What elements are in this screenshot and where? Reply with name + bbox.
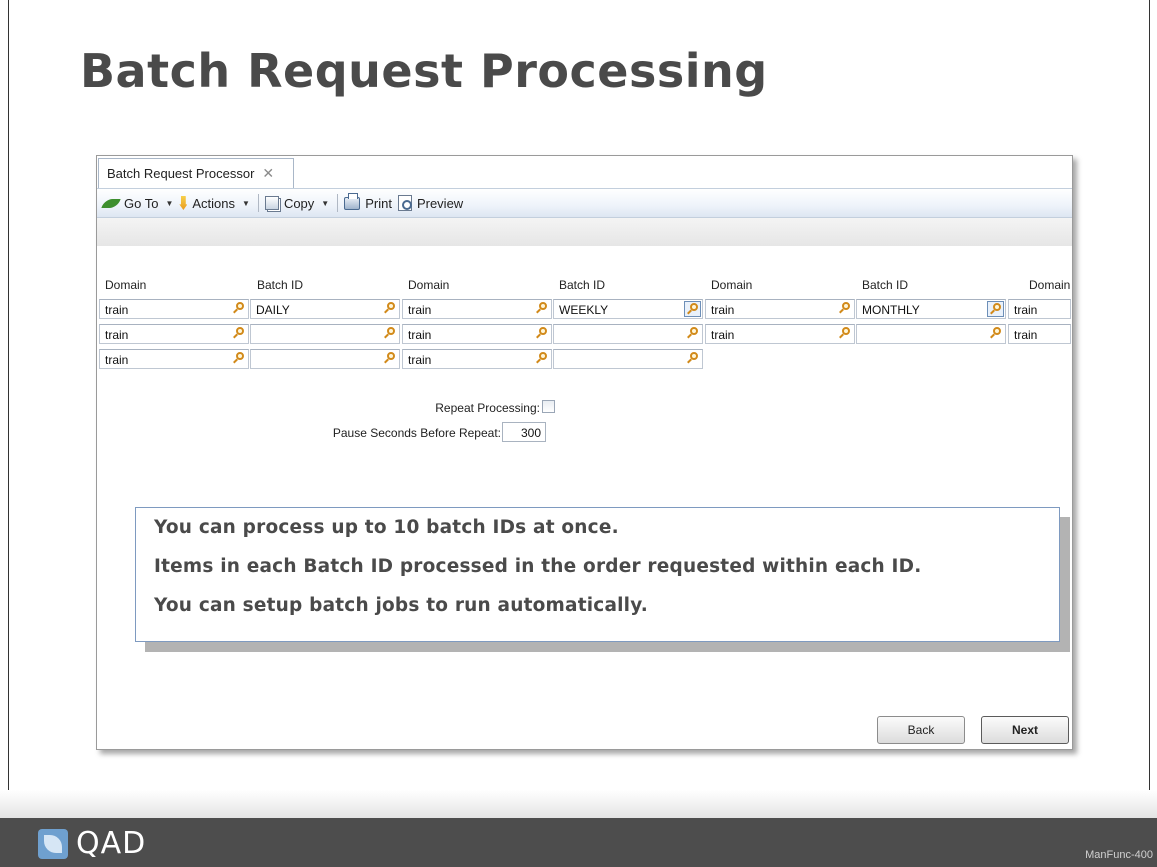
copy-icon	[264, 196, 279, 210]
print-label: Print	[365, 195, 392, 211]
field-value: train	[408, 353, 432, 367]
batch-id-field[interactable]	[250, 324, 400, 344]
tab-strip: Batch Request Processor ✕	[97, 156, 1072, 188]
field-value: train	[408, 328, 432, 342]
goto-menu-button[interactable]: Go To ▼	[101, 195, 174, 211]
domain-field[interactable]: train	[402, 349, 552, 369]
next-button[interactable]: Next	[981, 716, 1069, 744]
field-value: train	[105, 353, 129, 367]
lookup-icon[interactable]	[535, 352, 548, 365]
field-value: WEEKLY	[559, 303, 609, 317]
callout-line: You can process up to 10 batch IDs at on…	[154, 517, 619, 538]
lookup-icon[interactable]	[232, 327, 245, 340]
header-band	[97, 218, 1072, 246]
domain-field[interactable]: train	[402, 299, 552, 319]
domain-field[interactable]: train	[705, 299, 855, 319]
field-value: train	[105, 303, 129, 317]
field-value: DAILY	[256, 303, 290, 317]
footer-code: ManFunc-400	[1085, 849, 1153, 861]
slide: Batch Request Processing Batch Request P…	[0, 0, 1157, 867]
column-label-batch-id: Batch ID	[862, 278, 909, 292]
callout-box: You can process up to 10 batch IDs at on…	[135, 507, 1060, 642]
callout-line: Items in each Batch ID processed in the …	[154, 556, 922, 577]
logo-text: QAD	[76, 826, 147, 861]
column-label-domain: Domain	[408, 278, 450, 292]
column-label-batch-id: Batch ID	[559, 278, 606, 292]
lookup-icon[interactable]	[686, 327, 699, 340]
toolbar-divider	[257, 194, 259, 212]
actions-icon	[179, 196, 188, 210]
lookup-icon[interactable]	[684, 301, 701, 317]
chevron-down-icon: ▼	[165, 198, 174, 208]
actions-label: Actions	[192, 195, 236, 211]
footer-bar	[0, 818, 1157, 867]
lookup-icon[interactable]	[383, 302, 396, 315]
chevron-down-icon: ▼	[242, 198, 250, 208]
batch-id-field[interactable]	[553, 349, 703, 369]
slide-title: Batch Request Processing	[80, 44, 768, 98]
qad-logo-icon	[38, 828, 68, 859]
qad-logo: QAD	[38, 826, 146, 861]
lookup-icon[interactable]	[838, 327, 851, 340]
batch-id-field[interactable]	[553, 324, 703, 344]
field-value: train	[105, 328, 129, 342]
callout-line: You can setup batch jobs to run automati…	[154, 595, 649, 616]
printer-icon	[344, 192, 361, 210]
lookup-icon[interactable]	[686, 352, 699, 365]
chevron-down-icon: ▼	[321, 198, 330, 208]
back-button[interactable]: Back	[877, 716, 965, 744]
field-value: train	[711, 303, 735, 317]
lookup-icon[interactable]	[383, 352, 396, 365]
preview-button[interactable]: Preview	[397, 195, 464, 211]
lookup-icon[interactable]	[838, 302, 851, 315]
domain-field[interactable]: train	[1008, 299, 1071, 319]
domain-field[interactable]: train	[1008, 324, 1071, 344]
lookup-icon[interactable]	[989, 327, 1002, 340]
batch-id-field[interactable]	[250, 349, 400, 369]
pause-seconds-label: Pause Seconds Before Repeat:	[332, 426, 501, 440]
tab-label: Batch Request Processor	[107, 166, 255, 181]
repeat-processing-checkbox[interactable]	[542, 400, 555, 413]
pause-seconds-input[interactable]: 300	[502, 422, 546, 442]
field-value: train	[711, 328, 735, 342]
field-value: train	[1014, 328, 1038, 342]
batch-id-field[interactable]: DAILY	[250, 299, 400, 319]
column-label-domain: Domain	[1029, 278, 1071, 292]
lookup-icon[interactable]	[383, 327, 396, 340]
toolbar: Go To ▼ Actions ▼ Copy ▼ Print Preview	[97, 188, 1072, 218]
repeat-processing-label: Repeat Processing:	[435, 401, 540, 415]
field-value: train	[1014, 303, 1038, 317]
batch-id-field[interactable]: WEEKLY	[553, 299, 703, 319]
copy-label: Copy	[283, 195, 315, 211]
column-label-domain: Domain	[711, 278, 753, 292]
goto-icon	[101, 198, 121, 208]
copy-menu-button[interactable]: Copy ▼	[264, 195, 330, 211]
toolbar-divider	[337, 194, 339, 212]
lookup-icon[interactable]	[535, 327, 548, 340]
close-icon[interactable]: ✕	[262, 165, 274, 182]
field-value: MONTHLY	[862, 303, 920, 317]
batch-request-processor-window: Batch Request Processor ✕ Go To ▼ Action…	[96, 155, 1073, 750]
batch-id-field[interactable]	[856, 324, 1006, 344]
batch-id-field[interactable]: MONTHLY	[856, 299, 1006, 319]
domain-field[interactable]: train	[99, 349, 249, 369]
domain-field[interactable]: train	[402, 324, 552, 344]
tab-batch-request-processor[interactable]: Batch Request Processor ✕	[98, 158, 294, 188]
domain-field[interactable]: train	[99, 299, 249, 319]
preview-icon	[397, 195, 412, 211]
lookup-icon[interactable]	[232, 352, 245, 365]
lookup-icon[interactable]	[987, 301, 1004, 317]
print-button[interactable]: Print	[344, 192, 392, 211]
actions-menu-button[interactable]: Actions ▼	[179, 196, 250, 211]
column-label-domain: Domain	[105, 278, 147, 292]
footer-gradient	[0, 790, 1157, 818]
field-value: train	[408, 303, 432, 317]
lookup-icon[interactable]	[232, 302, 245, 315]
goto-label: Go To	[124, 195, 159, 211]
domain-field[interactable]: train	[705, 324, 855, 344]
domain-field[interactable]: train	[99, 324, 249, 344]
column-label-batch-id: Batch ID	[257, 278, 304, 292]
lookup-icon[interactable]	[535, 302, 548, 315]
preview-label: Preview	[416, 195, 464, 211]
